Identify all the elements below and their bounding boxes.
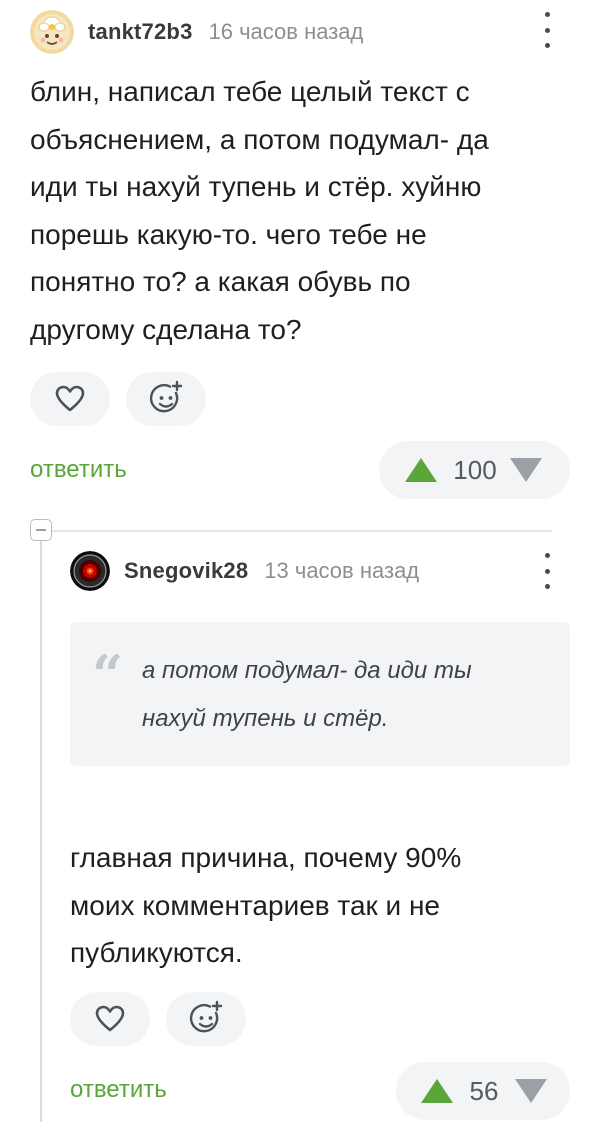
smiley-plus-icon [189,1000,223,1033]
comment-line: другому сделана то? [30,313,302,345]
quote-line: а потом подумал- да иди ты [142,657,472,684]
vertical-dots-icon[interactable] [541,553,553,589]
add-reaction-button[interactable] [126,372,206,426]
add-reaction-button[interactable] [166,992,246,1046]
smiley-plus-icon [149,380,183,413]
comment-header: tankt72b3 16 часов назад [30,8,363,56]
quote-text: а потом подумал- да иди ты нахуй тупень … [142,647,552,743]
quote-block: “ а потом подумал- да иди ты нахуй тупен… [70,622,570,766]
comment-body: блин, написал тебе целый текст с объясне… [30,68,489,353]
rating-value: 56 [469,1075,499,1106]
vertical-dots-icon[interactable] [541,12,553,48]
rating-value: 100 [453,454,497,485]
like-button[interactable] [30,372,110,426]
reply-link[interactable]: ответить [70,1076,167,1104]
comment-line: публикуются. [70,937,243,968]
quote-icon: “ [92,643,124,707]
comment-body: главная причина, почему 90% моих коммент… [70,834,461,977]
timestamp: 13 часов назад [264,558,420,583]
comment-line: иди ты нахуй тупень и стёр. хуйню [30,171,482,202]
minus-square-icon[interactable] [30,519,52,541]
triangle-up-icon [405,458,437,482]
avatar-flower-icon[interactable] [30,10,74,54]
comment-line: понятно то? а какая обувь по [30,266,411,297]
like-button[interactable] [70,992,150,1046]
quote-line: нахуй тупень и стёр. [142,705,389,732]
triangle-up-icon [421,1079,453,1103]
username[interactable]: Snegovik28 [124,558,248,584]
comment-line: объяснением, а потом подумал- да [30,123,489,155]
rating-box: 100 [379,441,570,499]
heart-icon [95,1005,125,1032]
comment-thread: tankt72b3 16 часов назад блин, написал т… [0,0,600,1122]
vote-up-button[interactable] [379,441,451,499]
comment-line: блин, написал тебе целый текст с [30,76,470,107]
username[interactable]: tankt72b3 [88,19,193,45]
avatar-hal-eye-icon[interactable] [70,551,110,591]
comment-line: порешь какую-то. чего тебе не [30,218,427,250]
thread-divider [52,530,552,532]
timestamp: 16 часов назад [208,19,364,44]
thread-line [40,541,42,1122]
heart-icon [55,385,85,412]
triangle-down-icon [515,1079,547,1103]
comment-line: главная причина, почему 90% [70,842,462,873]
vote-up-button[interactable] [396,1062,466,1120]
comment-header: Snegovik28 13 часов назад [70,548,419,594]
triangle-down-icon [510,458,542,482]
rating-box: 56 [396,1062,570,1120]
comment-line: моих комментариев так и не [70,889,441,921]
vote-down-button[interactable] [502,1062,564,1120]
vote-down-button[interactable] [499,441,559,499]
reply-link[interactable]: ответить [30,456,127,484]
